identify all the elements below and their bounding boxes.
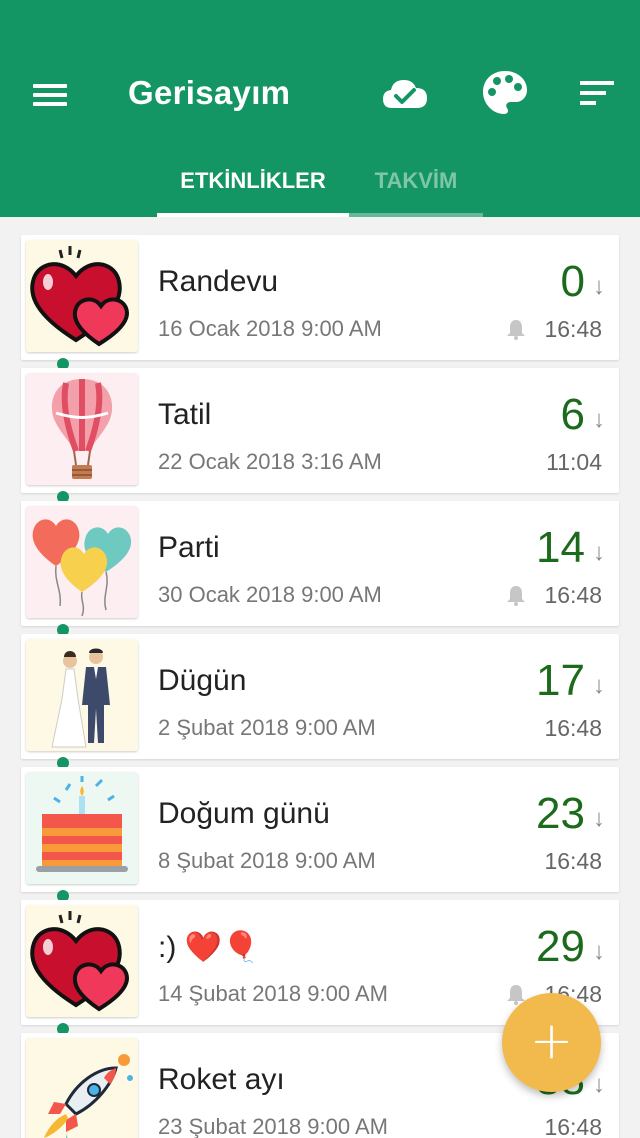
event-days-left: 29 [536, 922, 585, 971]
arrow-down-icon: ↓ [593, 938, 605, 965]
event-time: 16:48 [544, 1114, 602, 1138]
event-date: 16 Ocak 2018 9:00 AM [158, 316, 382, 341]
birthday-cake-image [26, 772, 138, 884]
event-name: :) ❤️🎈 [158, 931, 260, 964]
event-card[interactable]: Randevu 16 Ocak 2018 9:00 AM 0 ↓ 16:48 [21, 235, 619, 360]
event-name: Dügün [158, 664, 247, 697]
event-time: 16:48 [544, 848, 602, 874]
bell-icon [507, 586, 525, 606]
event-name: Randevu [158, 265, 279, 298]
rocket-image [26, 1038, 138, 1138]
event-date: 30 Ocak 2018 9:00 AM [158, 582, 382, 607]
plus-icon: + [529, 1011, 574, 1071]
add-event-button[interactable]: + [502, 993, 601, 1092]
event-card[interactable]: Dügün 2 Şubat 2018 9:00 AM 17 ↓ 16:48 [21, 634, 619, 759]
tab-events-label: ETKİNLİKLER [180, 168, 326, 193]
event-time: 11:04 [546, 449, 602, 475]
event-days-left: 0 [560, 257, 585, 306]
event-days-left: 6 [560, 390, 585, 439]
event-card[interactable]: Parti 30 Ocak 2018 9:00 AM 14 ↓ 16:48 [21, 501, 619, 626]
bell-icon [507, 320, 525, 340]
tab-calendar[interactable]: TAKVİM [349, 160, 483, 217]
cloud-check-icon[interactable] [380, 68, 430, 118]
event-card[interactable]: Tatil 22 Ocak 2018 3:16 AM 6 ↓ 11:04 [21, 368, 619, 493]
tab-calendar-label: TAKVİM [374, 168, 458, 193]
arrow-down-icon: ↓ [593, 805, 605, 832]
event-name: Parti [158, 531, 220, 564]
arrow-down-icon: ↓ [593, 672, 605, 699]
event-days-left: 23 [536, 789, 585, 838]
event-days-left: 17 [536, 656, 585, 705]
palette-icon[interactable] [480, 68, 530, 118]
event-name: Doğum günü [158, 797, 330, 830]
app-bar: Gerisayım ETKİNLİKLER TAKVİM [0, 0, 640, 217]
hearts-image [26, 905, 138, 1017]
wedding-couple-image [26, 639, 138, 751]
event-time: 16:48 [544, 715, 602, 741]
event-date: 23 Şubat 2018 9:00 AM [158, 1114, 388, 1138]
sort-icon[interactable] [574, 68, 624, 118]
event-card[interactable]: Doğum günü 8 Şubat 2018 9:00 AM 23 ↓ 16:… [21, 767, 619, 892]
hot-air-balloon-image [26, 373, 138, 485]
arrow-down-icon: ↓ [593, 539, 605, 566]
event-date: 8 Şubat 2018 9:00 AM [158, 848, 376, 873]
hearts-image [26, 240, 138, 352]
tab-bar: ETKİNLİKLER TAKVİM [0, 160, 640, 217]
balloons-image [26, 506, 138, 618]
event-date: 2 Şubat 2018 9:00 AM [158, 715, 376, 740]
event-date: 14 Şubat 2018 9:00 AM [158, 981, 388, 1006]
menu-icon[interactable] [30, 76, 70, 112]
arrow-down-icon: ↓ [593, 273, 605, 300]
event-days-left: 14 [536, 523, 585, 572]
app-title: Gerisayım [128, 74, 291, 111]
event-time: 16:48 [544, 582, 602, 608]
arrow-down-icon: ↓ [593, 406, 605, 433]
event-name: Tatil [158, 398, 212, 431]
event-time: 16:48 [544, 316, 602, 342]
tab-events[interactable]: ETKİNLİKLER [157, 160, 349, 217]
event-date: 22 Ocak 2018 3:16 AM [158, 449, 382, 474]
event-name: Roket ayı [158, 1063, 285, 1096]
